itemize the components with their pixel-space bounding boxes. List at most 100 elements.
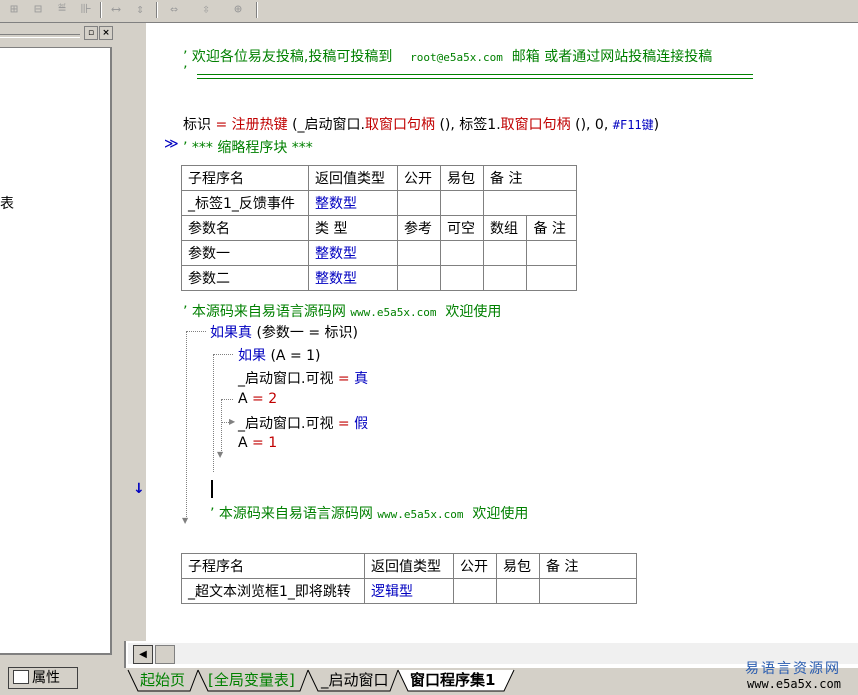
comment-text: 欢迎各位易友投稿,投稿可投稿到 [191,49,393,65]
toolbar-separator [156,2,158,18]
param-remark-cell[interactable] [526,240,577,266]
collapsed-block-marker[interactable]: ≫ [164,136,179,152]
code-line-show[interactable]: _启动窗口.可视 = 真 [238,368,368,388]
param-type-cell[interactable]: 整数型 [308,265,398,291]
param-name-cell[interactable]: 参数二 [181,265,309,291]
close-panel-button[interactable]: × [99,26,113,40]
return-type-cell[interactable]: 逻辑型 [364,578,454,604]
tab-global-vars[interactable]: [全局变量表] [208,669,295,691]
toolbar-separator [256,2,258,18]
tab-start-page[interactable]: 起始页 [140,669,185,691]
flow-line [213,354,233,355]
h-spacing-icon[interactable]: ⇔ [164,1,184,19]
comment-text: ’ 本源码来自易语言源码网 [183,304,346,320]
code-line-assign[interactable]: 标识 = 注册热键 (_启动窗口.取窗口句柄 (), 标签1.取窗口句柄 (),… [183,114,659,134]
scroll-left-button[interactable]: ◀ [133,645,153,664]
subroutine-table-2[interactable]: 子程序名 返回值类型 公开 易包 备 注 _超文本浏览框1_即将跳转 逻辑型 [181,553,637,604]
param-name-cell[interactable]: 参数一 [181,240,309,266]
v-spacing-icon[interactable]: ⇳ [196,1,216,19]
flow-branch-arrow: ▶ [229,417,236,426]
operator: = [252,435,264,451]
header-cell: 易包 [440,165,484,191]
properties-tab[interactable]: 属性 [8,667,78,689]
insert-col-icon[interactable]: ⊪ [76,1,96,19]
subroutine-name-cell[interactable]: _标签1_反馈事件 [181,190,309,216]
code-line-if-true[interactable]: 如果真 (参数一 = 标识) [210,322,358,342]
properties-icon [13,670,29,684]
code-line-hide[interactable]: _启动窗口.可视 = 假 [238,413,368,433]
param-type-cell[interactable]: 整数型 [308,240,398,266]
property-list[interactable] [0,47,112,655]
current-line-arrow-icon: ↓ [133,481,145,497]
header-cell: 参数名 [181,215,309,241]
remark-cell[interactable] [539,578,637,604]
param-remark-cell[interactable] [526,265,577,291]
public-cell[interactable] [397,190,441,216]
code-line-if[interactable]: 如果 (A = 1) [238,345,321,365]
key-constant: #F11键 [612,118,654,132]
header-cell: 子程序名 [181,553,365,579]
split-cells-icon[interactable]: ⊟ [28,1,48,19]
code-line-a1[interactable]: A = 1 [238,435,277,451]
arg-text: (), 标签1. [439,117,501,133]
header-cell: 备 注 [526,215,577,241]
return-type-cell[interactable]: 整数型 [308,190,398,216]
param-array-cell[interactable] [482,265,528,291]
header-cell: 子程序名 [181,165,309,191]
var-name: _启动窗口.可视 [238,416,334,432]
public-cell[interactable] [453,578,497,604]
number-literal: 2 [268,391,278,407]
param-ref-cell[interactable] [397,265,441,291]
comment-text: 欢迎使用 [472,506,529,522]
var-name: A [238,435,248,451]
layout-toolbar: ⊞ ⊟ ≝ ⊪ ⟷ ⇕ ⇔ ⇳ ⊕ [0,0,858,23]
source-comment-2[interactable]: ’ 本源码来自易语言源码网 www.e5a5x.com 欢迎使用 [210,503,528,523]
flow-line [213,354,214,472]
site-logo-text: 易语言资源网 [745,661,841,677]
minimize-panel-button[interactable]: ▫ [84,26,98,40]
flow-line [221,399,222,453]
operator: = [252,391,264,407]
package-cell[interactable] [496,578,540,604]
same-width-icon[interactable]: ⟷ [106,1,126,19]
source-comment[interactable]: ’ 本源码来自易语言源码网 www.e5a5x.com 欢迎使用 [183,301,501,321]
func-name: 注册热键 [231,117,288,133]
keyword-if-true: 如果真 [210,325,252,341]
false-constant: 假 [354,416,369,432]
param-ref-cell[interactable] [397,240,441,266]
site-logo-url: www.e5a5x.com [747,677,841,691]
toolbar-separator [100,2,102,18]
code-line-a2[interactable]: A = 2 [238,391,277,407]
param-optional-cell[interactable] [440,265,484,291]
header-cell: 公开 [453,553,497,579]
keyword-if: 如果 [238,348,266,364]
arg-text: (), 0, [575,117,609,133]
flow-end-arrow: ▼ [217,450,224,459]
comment-site: www.e5a5x.com [377,508,464,521]
subroutine-table-1[interactable]: 子程序名 返回值类型 公开 易包 备 注 _标签1_反馈事件 整数型 参数名 类… [181,165,577,291]
table-row[interactable]: 参数一 整数型 [181,240,577,266]
var-name: 标识 [183,117,211,133]
subroutine-name-cell[interactable]: _超文本浏览框1_即将跳转 [181,578,365,604]
tab-start-window[interactable]: _启动窗口 [321,669,389,691]
param-optional-cell[interactable] [440,240,484,266]
center-icon[interactable]: ⊕ [228,1,248,19]
package-cell[interactable] [440,190,484,216]
remark-cell[interactable] [483,190,577,216]
var-name: A [238,391,248,407]
collapsed-block-label[interactable]: ’ *** 缩略程序块 *** [183,137,313,157]
arg-text: (_启动窗口. [292,117,366,133]
condition-text: (参数一 = 标识) [256,325,359,341]
condition-text: (A = 1) [270,348,321,364]
table-row[interactable]: 参数二 整数型 [181,265,577,291]
same-height-icon[interactable]: ⇕ [130,1,150,19]
header-cell: 易包 [496,553,540,579]
header-cell: 备 注 [539,553,637,579]
param-array-cell[interactable] [482,240,528,266]
header-cell: 返回值类型 [308,165,398,191]
scroll-thumb[interactable] [155,645,175,664]
insert-row-icon[interactable]: ≝ [52,1,72,19]
tab-window-assembly[interactable]: 窗口程序集1 [410,669,495,691]
header-cell: 返回值类型 [364,553,454,579]
merge-cells-icon[interactable]: ⊞ [4,1,24,19]
